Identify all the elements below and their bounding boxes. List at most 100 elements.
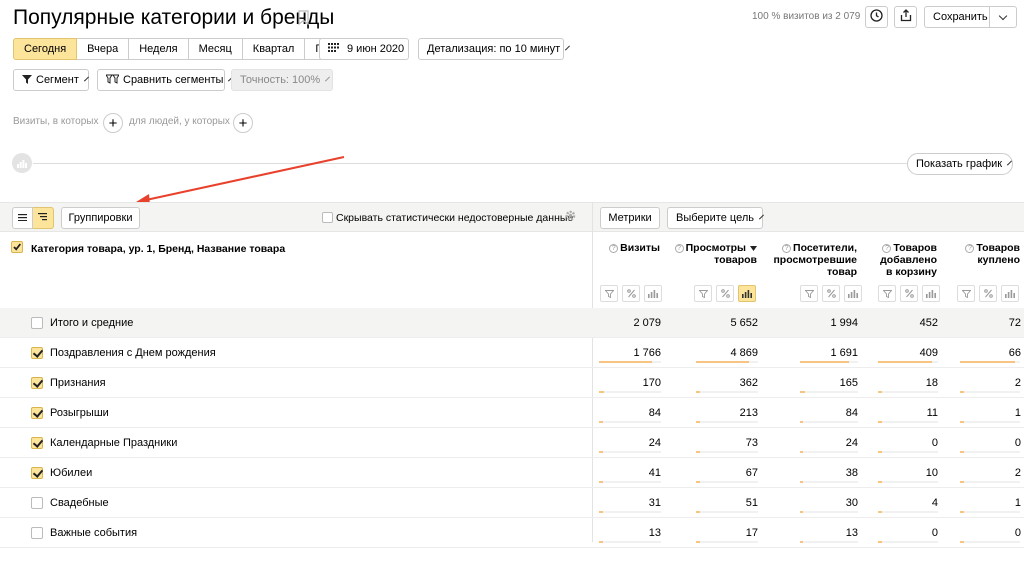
share-bar-fill — [800, 361, 850, 363]
row-checkbox[interactable] — [31, 497, 43, 509]
hide-unreliable-label: Скрывать статистически недостоверные дан… — [336, 212, 574, 224]
share-bar-fill — [960, 511, 964, 513]
share-bar — [800, 481, 858, 483]
chart-toggle-button[interactable] — [844, 285, 862, 302]
share-bar-fill — [800, 391, 805, 393]
cell-value: 24 — [648, 437, 661, 449]
help-icon[interactable]: ? — [965, 244, 975, 253]
share-bar — [800, 361, 858, 363]
metrics-button[interactable]: Метрики — [600, 207, 660, 229]
hide-unreliable-checkbox[interactable] — [322, 212, 333, 223]
percent-toggle-button[interactable] — [622, 285, 640, 302]
table-row[interactable]: Признания 170 362 165 18 2 — [0, 368, 1024, 398]
row-checkbox[interactable] — [31, 407, 43, 419]
share-bar-fill — [960, 421, 964, 423]
filter-icon — [604, 285, 614, 303]
table-row[interactable]: Поздравления с Днем рождения 1 766 4 869 1 … — [0, 338, 1024, 368]
help-icon[interactable]: ? — [782, 244, 792, 253]
help-icon[interactable]: ? — [609, 244, 619, 253]
table-row[interactable]: Розыгрыши 84 213 84 11 1 — [0, 398, 1024, 428]
row-checkbox[interactable] — [31, 467, 43, 479]
chart-toggle-button[interactable] — [1001, 285, 1019, 302]
row-label[interactable]: Календарные Праздники — [50, 437, 177, 449]
row-label[interactable]: Итого и средние — [50, 317, 133, 329]
column-header-4[interactable]: ? Товаров куплено — [965, 242, 1020, 266]
share-bar-fill — [599, 541, 603, 543]
column-header-line: просмотревшие — [773, 254, 857, 266]
share-bar-fill — [960, 481, 964, 483]
percent-toggle-button[interactable] — [979, 285, 997, 302]
dimension-header[interactable]: Категория товара, ур. 1, Бренд, Название… — [31, 243, 285, 255]
column-header-line: Посетители, — [793, 242, 857, 254]
goal-dropdown[interactable]: Выберите цель — [667, 207, 764, 229]
percent-toggle-button[interactable] — [822, 285, 840, 302]
help-icon[interactable]: ? — [674, 244, 684, 253]
column-header-3[interactable]: ? Товаров добавлено в корзину — [880, 242, 937, 278]
tree-view-button[interactable] — [33, 207, 54, 229]
share-bar — [960, 391, 1020, 393]
column-header-line: Товаров — [976, 242, 1020, 254]
row-checkbox[interactable] — [31, 347, 43, 359]
column-header-2[interactable]: ? Посетители, просмотревшие товар — [773, 242, 857, 278]
filter-toggle-button[interactable] — [694, 285, 712, 302]
share-bar — [960, 481, 1020, 483]
table-row[interactable]: Календарные Праздники 24 73 24 0 0 — [0, 428, 1024, 458]
share-bar-fill — [696, 511, 700, 513]
percent-icon — [904, 285, 914, 303]
cell-value: 72 — [1008, 317, 1021, 329]
share-bar-fill — [878, 451, 882, 453]
share-bar-fill — [960, 541, 964, 543]
filter-toggle-button[interactable] — [957, 285, 975, 302]
cell-value: 213 — [739, 407, 758, 419]
row-checkbox[interactable] — [31, 437, 43, 449]
view-toggle — [12, 207, 54, 229]
row-label[interactable]: Признания — [50, 377, 106, 389]
row-label[interactable]: Поздравления с Днем рождения — [50, 347, 216, 359]
row-label[interactable]: Розыгрыши — [50, 407, 109, 419]
percent-icon — [720, 285, 730, 303]
share-bar — [960, 361, 1020, 363]
share-bar-fill — [696, 391, 700, 393]
row-checkbox[interactable] — [31, 317, 43, 329]
chart-toggle-button[interactable] — [644, 285, 662, 302]
gear-icon[interactable] — [564, 209, 577, 227]
share-bar-fill — [960, 391, 964, 393]
row-checkbox[interactable] — [31, 377, 43, 389]
list-view-button[interactable] — [12, 207, 33, 229]
row-label[interactable]: Свадебные — [50, 497, 109, 509]
table-row[interactable]: Юбилеи 41 67 38 10 2 — [0, 458, 1024, 488]
filter-toggle-button[interactable] — [878, 285, 896, 302]
share-bar-fill — [800, 421, 804, 423]
share-bar-fill — [696, 481, 700, 483]
cell-value: 4 869 — [730, 347, 758, 359]
row-checkbox[interactable] — [31, 527, 43, 539]
filter-toggle-button[interactable] — [800, 285, 818, 302]
row-label[interactable]: Важные события — [50, 527, 137, 539]
chart-toggle-button[interactable] — [738, 285, 756, 302]
share-bar — [599, 361, 661, 363]
cell-value: 31 — [648, 497, 661, 509]
dimension-checkbox[interactable] — [11, 241, 23, 253]
percent-toggle-button[interactable] — [900, 285, 918, 302]
cell-value: 67 — [745, 467, 758, 479]
list-view-icon — [18, 212, 27, 224]
cell-value: 0 — [931, 437, 938, 449]
filter-toggle-button[interactable] — [600, 285, 618, 302]
chart-toggle-button[interactable] — [922, 285, 940, 302]
totals-row[interactable]: Итого и средние 2 079 5 652 1 994 452 72 — [0, 308, 1024, 338]
column-header-1[interactable]: ? Просмотры товаров — [674, 242, 757, 266]
share-bar — [696, 361, 758, 363]
table-row[interactable]: Свадебные 31 51 30 4 1 — [0, 488, 1024, 518]
help-icon[interactable]: ? — [882, 244, 892, 253]
column-header-line: товар — [827, 266, 857, 278]
grouping-button[interactable]: Группировки — [61, 207, 140, 229]
share-bar — [800, 541, 858, 543]
share-bar — [800, 511, 858, 513]
row-label[interactable]: Юбилеи — [50, 467, 92, 479]
cell-value: 452 — [919, 317, 938, 329]
filter-icon — [698, 285, 708, 303]
percent-toggle-button[interactable] — [716, 285, 734, 302]
column-header-0[interactable]: ? Визиты — [609, 242, 660, 254]
table-row[interactable]: Важные события 13 17 13 0 0 — [0, 518, 1024, 548]
cell-value: 51 — [745, 497, 758, 509]
